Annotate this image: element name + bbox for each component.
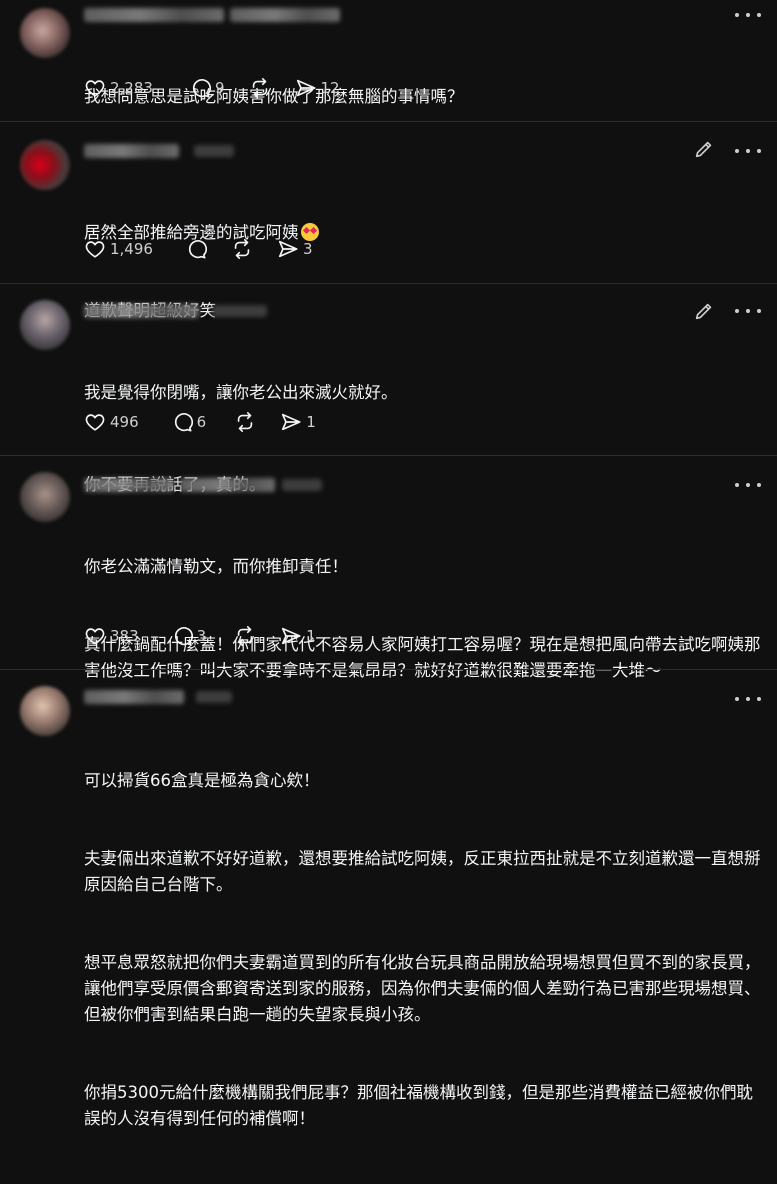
avatar[interactable]	[20, 140, 70, 190]
share-count: 12	[320, 79, 340, 97]
comment-post: 我想問意思是試吃阿姨害你做了那麼無腦的事情嗎？ 2,283 9 12	[0, 0, 777, 120]
comment-line: 想平息眾怒就把你們夫妻霸道買到的所有化妝台玩具商品開放給現場想買但買不到的家長買…	[84, 953, 761, 1024]
send-icon	[282, 413, 301, 431]
username-redacted[interactable]	[84, 144, 179, 158]
like-count: 1,496	[110, 240, 153, 258]
heart-icon	[85, 628, 105, 645]
timestamp-redacted	[212, 305, 267, 317]
pencil-icon[interactable]	[693, 138, 715, 160]
more-options-button[interactable]	[735, 692, 761, 706]
timestamp-redacted	[196, 691, 232, 703]
repost-button[interactable]	[231, 238, 253, 260]
more-options-button[interactable]	[735, 144, 761, 158]
share-button[interactable]: 1	[280, 411, 316, 433]
share-count: 1	[306, 627, 316, 645]
comment-button[interactable]: 6	[171, 411, 207, 433]
send-icon	[296, 79, 316, 97]
heart-icon	[85, 80, 105, 97]
comment-count: 9	[214, 79, 225, 97]
comment-line: 你老公滿滿情勒文，而你推卸責任！	[84, 557, 348, 576]
send-icon	[278, 240, 298, 258]
comment-count: 3	[196, 627, 207, 645]
share-button[interactable]: 3	[277, 238, 313, 260]
repost-button[interactable]	[249, 77, 271, 99]
comment-line: 你捐5300元給什麼機構關我們屁事？那個社福機構收到錢，但是那些消費權益已經被你…	[84, 1083, 753, 1128]
like-button[interactable]: 2,283	[84, 77, 153, 99]
comment-post: 可以掃貨66盒真是極為貪心欸！ 夫妻倆出來道歉不好好道歉，還想要推給試吃阿姨，反…	[0, 670, 777, 1128]
like-count: 2,283	[110, 79, 153, 97]
comment-button[interactable]	[185, 238, 207, 260]
share-count: 1	[306, 413, 316, 431]
repost-icon	[237, 626, 253, 646]
comment-text: 可以掃貨66盒真是極為貪心欸！ 夫妻倆出來道歉不好好道歉，還想要推給試吃阿姨，反…	[84, 716, 764, 1184]
avatar[interactable]	[20, 300, 70, 350]
repost-icon	[234, 239, 250, 259]
more-options-button[interactable]	[735, 478, 761, 492]
heart-icon	[85, 414, 105, 431]
share-button[interactable]: 1	[280, 625, 316, 647]
more-options-button[interactable]	[735, 8, 761, 22]
avatar[interactable]	[20, 686, 70, 736]
action-bar: 1,496 3	[84, 236, 327, 262]
comment-button[interactable]: 3	[171, 625, 207, 647]
action-bar: 383 3 1	[84, 623, 330, 649]
avatar[interactable]	[20, 8, 70, 58]
comment-post: 居然全部推給旁邊的試吃阿姨 道歉聲明超級好笑 1,496 3	[0, 122, 777, 320]
repost-button[interactable]	[234, 625, 256, 647]
like-count: 496	[110, 413, 139, 431]
comment-post: 你老公滿滿情勒文，而你推卸責任！ 真什麼鍋配什麼蓋！你們家代代不容易人家阿姨打工…	[0, 456, 777, 680]
comment-count: 6	[196, 413, 207, 431]
repost-button[interactable]	[234, 411, 256, 433]
like-button[interactable]: 383	[84, 625, 139, 647]
username-redacted[interactable]	[84, 304, 199, 318]
pencil-icon[interactable]	[693, 300, 715, 322]
timestamp-redacted	[282, 479, 322, 491]
like-count: 383	[110, 627, 139, 645]
username-redacted	[230, 8, 340, 22]
username-redacted[interactable]	[84, 478, 174, 492]
heart-icon	[85, 241, 105, 258]
comment-button[interactable]: 9	[189, 77, 225, 99]
share-count: 3	[302, 240, 313, 258]
share-button[interactable]: 12	[295, 77, 340, 99]
comment-bubble-icon	[174, 413, 193, 432]
comment-line: 夫妻倆出來道歉不好好道歉，還想要推給試吃阿姨，反正東拉西扯就是不立刻道歉還一直想…	[84, 849, 761, 894]
username-redacted[interactable]	[84, 690, 184, 704]
username-redacted	[180, 478, 275, 492]
repost-icon	[252, 78, 267, 98]
like-button[interactable]: 1,496	[84, 238, 153, 260]
avatar[interactable]	[20, 472, 70, 522]
send-icon	[282, 627, 301, 645]
comment-bubble-icon	[188, 240, 207, 259]
comment-bubble-icon	[192, 79, 211, 98]
repost-icon	[237, 412, 253, 432]
username-redacted[interactable]	[84, 8, 224, 22]
comment-feed: 我想問意思是試吃阿姨害你做了那麼無腦的事情嗎？ 2,283 9 12 居然全部推…	[0, 0, 777, 1128]
comment-post: 我是覺得你閉嘴，讓你老公出來滅火就好。 你不要再說話了，真的。 496 6 1	[0, 284, 777, 494]
comment-line: 我是覺得你閉嘴，讓你老公出來滅火就好。	[84, 383, 398, 402]
timestamp-redacted	[194, 145, 234, 157]
action-bar: 496 6 1	[84, 409, 330, 435]
comment-bubble-icon	[174, 627, 193, 646]
like-button[interactable]: 496	[84, 411, 139, 433]
more-options-button[interactable]	[735, 304, 761, 318]
action-bar: 2,283 9 12	[84, 75, 354, 101]
comment-line: 可以掃貨66盒真是極為貪心欸！	[84, 771, 320, 790]
